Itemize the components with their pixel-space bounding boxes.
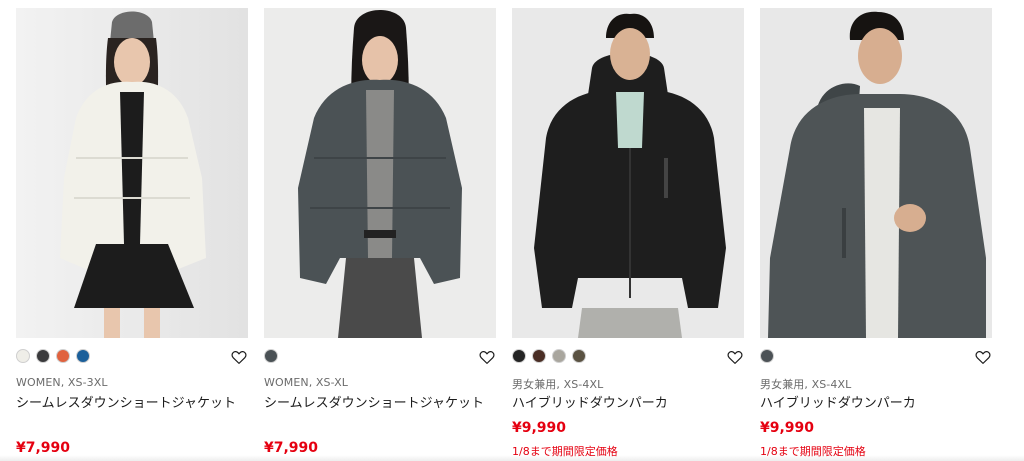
heart-outline-icon — [231, 351, 247, 364]
favorite-button[interactable] — [478, 348, 496, 366]
favorite-button[interactable] — [726, 348, 744, 366]
product-photo-unisex-black-parka — [512, 8, 744, 338]
product-image[interactable] — [512, 8, 744, 338]
product-name[interactable]: ハイブリッドダウンパーカ — [760, 394, 992, 414]
color-swatch[interactable] — [512, 349, 526, 363]
product-grid: WOMEN, XS-3XL シームレスダウンショートジャケット ¥7,990 W… — [16, 8, 1008, 461]
product-photo-women-white-jacket — [16, 8, 248, 338]
product-meta: 男女兼用, XS-4XL — [512, 378, 604, 391]
color-swatches — [16, 349, 90, 365]
product-meta: WOMEN, XS-3XL — [16, 376, 108, 389]
color-swatches — [512, 349, 586, 365]
bottom-fade — [0, 455, 1024, 461]
color-swatch[interactable] — [760, 349, 774, 363]
color-swatches — [760, 349, 774, 365]
color-swatch[interactable] — [36, 349, 50, 363]
heart-outline-icon — [727, 351, 743, 364]
product-card[interactable]: WOMEN, XS-XL シームレスダウンショートジャケット ¥7,990 — [264, 8, 496, 461]
product-photo-unisex-gray-parka — [760, 8, 992, 338]
product-price: ¥9,990 — [512, 420, 567, 436]
color-swatch[interactable] — [264, 349, 278, 363]
product-card[interactable]: 男女兼用, XS-4XL ハイブリッドダウンパーカ ¥9,990 1/8まで期間… — [760, 8, 992, 461]
product-meta: WOMEN, XS-XL — [264, 376, 349, 389]
color-swatch[interactable] — [572, 349, 586, 363]
product-price: ¥7,990 — [264, 440, 319, 456]
color-swatch[interactable] — [76, 349, 90, 363]
favorite-button[interactable] — [974, 348, 992, 366]
heart-outline-icon — [975, 351, 991, 364]
product-image[interactable] — [16, 8, 248, 338]
product-meta: 男女兼用, XS-4XL — [760, 378, 852, 391]
color-swatch[interactable] — [532, 349, 546, 363]
product-price: ¥7,990 — [16, 440, 71, 456]
product-image[interactable] — [760, 8, 992, 338]
product-price: ¥9,990 — [760, 420, 815, 436]
color-swatch[interactable] — [16, 349, 30, 363]
product-name[interactable]: ハイブリッドダウンパーカ — [512, 394, 744, 414]
product-photo-women-gray-jacket — [264, 8, 496, 338]
product-name[interactable]: シームレスダウンショートジャケット — [16, 394, 248, 414]
color-swatches — [264, 349, 278, 365]
product-card[interactable]: WOMEN, XS-3XL シームレスダウンショートジャケット ¥7,990 — [16, 8, 248, 461]
product-name[interactable]: シームレスダウンショートジャケット — [264, 394, 496, 414]
favorite-button[interactable] — [230, 348, 248, 366]
color-swatch[interactable] — [56, 349, 70, 363]
color-swatch[interactable] — [552, 349, 566, 363]
heart-outline-icon — [479, 351, 495, 364]
product-card[interactable]: 男女兼用, XS-4XL ハイブリッドダウンパーカ ¥9,990 1/8まで期間… — [512, 8, 744, 461]
product-image[interactable] — [264, 8, 496, 338]
